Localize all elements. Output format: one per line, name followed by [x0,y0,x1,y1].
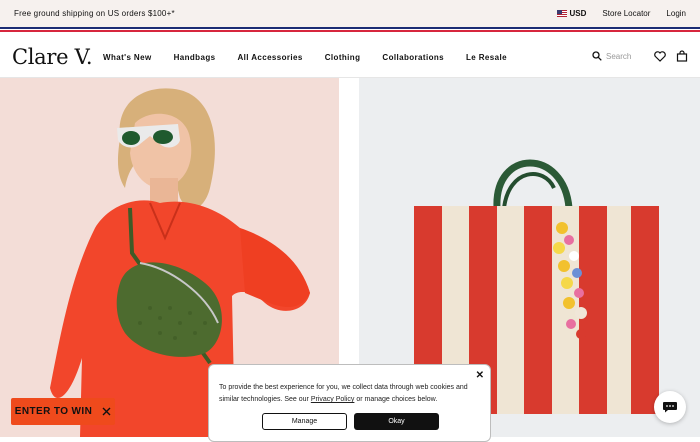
manage-button[interactable]: Manage [262,413,347,430]
currency-selector[interactable]: USD [556,9,586,18]
utility-bar: Free ground shipping on US orders $100+*… [0,0,700,27]
shopping-bag-icon[interactable] [676,50,688,62]
chat-button[interactable] [654,391,686,423]
search-input[interactable]: Search [592,51,644,61]
chat-icon [663,402,677,413]
store-locator-link[interactable]: Store Locator [602,9,650,18]
enter-to-win-button[interactable]: ENTER TO WIN [11,398,115,425]
login-link[interactable]: Login [666,9,686,18]
nav-item-le-resale[interactable]: Le Resale [466,53,507,62]
nav-actions: Search [592,50,688,62]
main-nav: Clare V. What's New Handbags All Accesso… [0,33,700,78]
enter-to-win-label: ENTER TO WIN [14,406,93,417]
nav-menu: What's New Handbags All Accessories Clot… [103,53,507,62]
nav-item-clothing[interactable]: Clothing [325,53,361,62]
close-icon[interactable]: ✕ [476,370,484,381]
search-icon [592,51,602,61]
cookie-banner: ✕ To provide the best experience for you… [208,364,491,442]
shipping-promo[interactable]: Free ground shipping on US orders $100+* [14,9,175,18]
nav-item-handbags[interactable]: Handbags [174,53,216,62]
nav-item-all-accessories[interactable]: All Accessories [237,53,302,62]
nav-item-whats-new[interactable]: What's New [103,53,152,62]
close-icon[interactable] [102,407,111,416]
utility-links: USD Store Locator Login [556,9,686,18]
nav-item-collaborations[interactable]: Collaborations [382,53,444,62]
cookie-text: To provide the best experience for you, … [219,382,474,406]
search-placeholder: Search [606,51,632,61]
okay-button[interactable]: Okay [354,413,439,430]
us-flag-icon [556,10,567,18]
brand-logo[interactable]: Clare V. [12,45,93,69]
privacy-policy-link[interactable]: Privacy Policy [311,396,355,403]
cookie-text-end: or manage choices below. [354,396,438,403]
heart-icon[interactable] [654,50,666,62]
